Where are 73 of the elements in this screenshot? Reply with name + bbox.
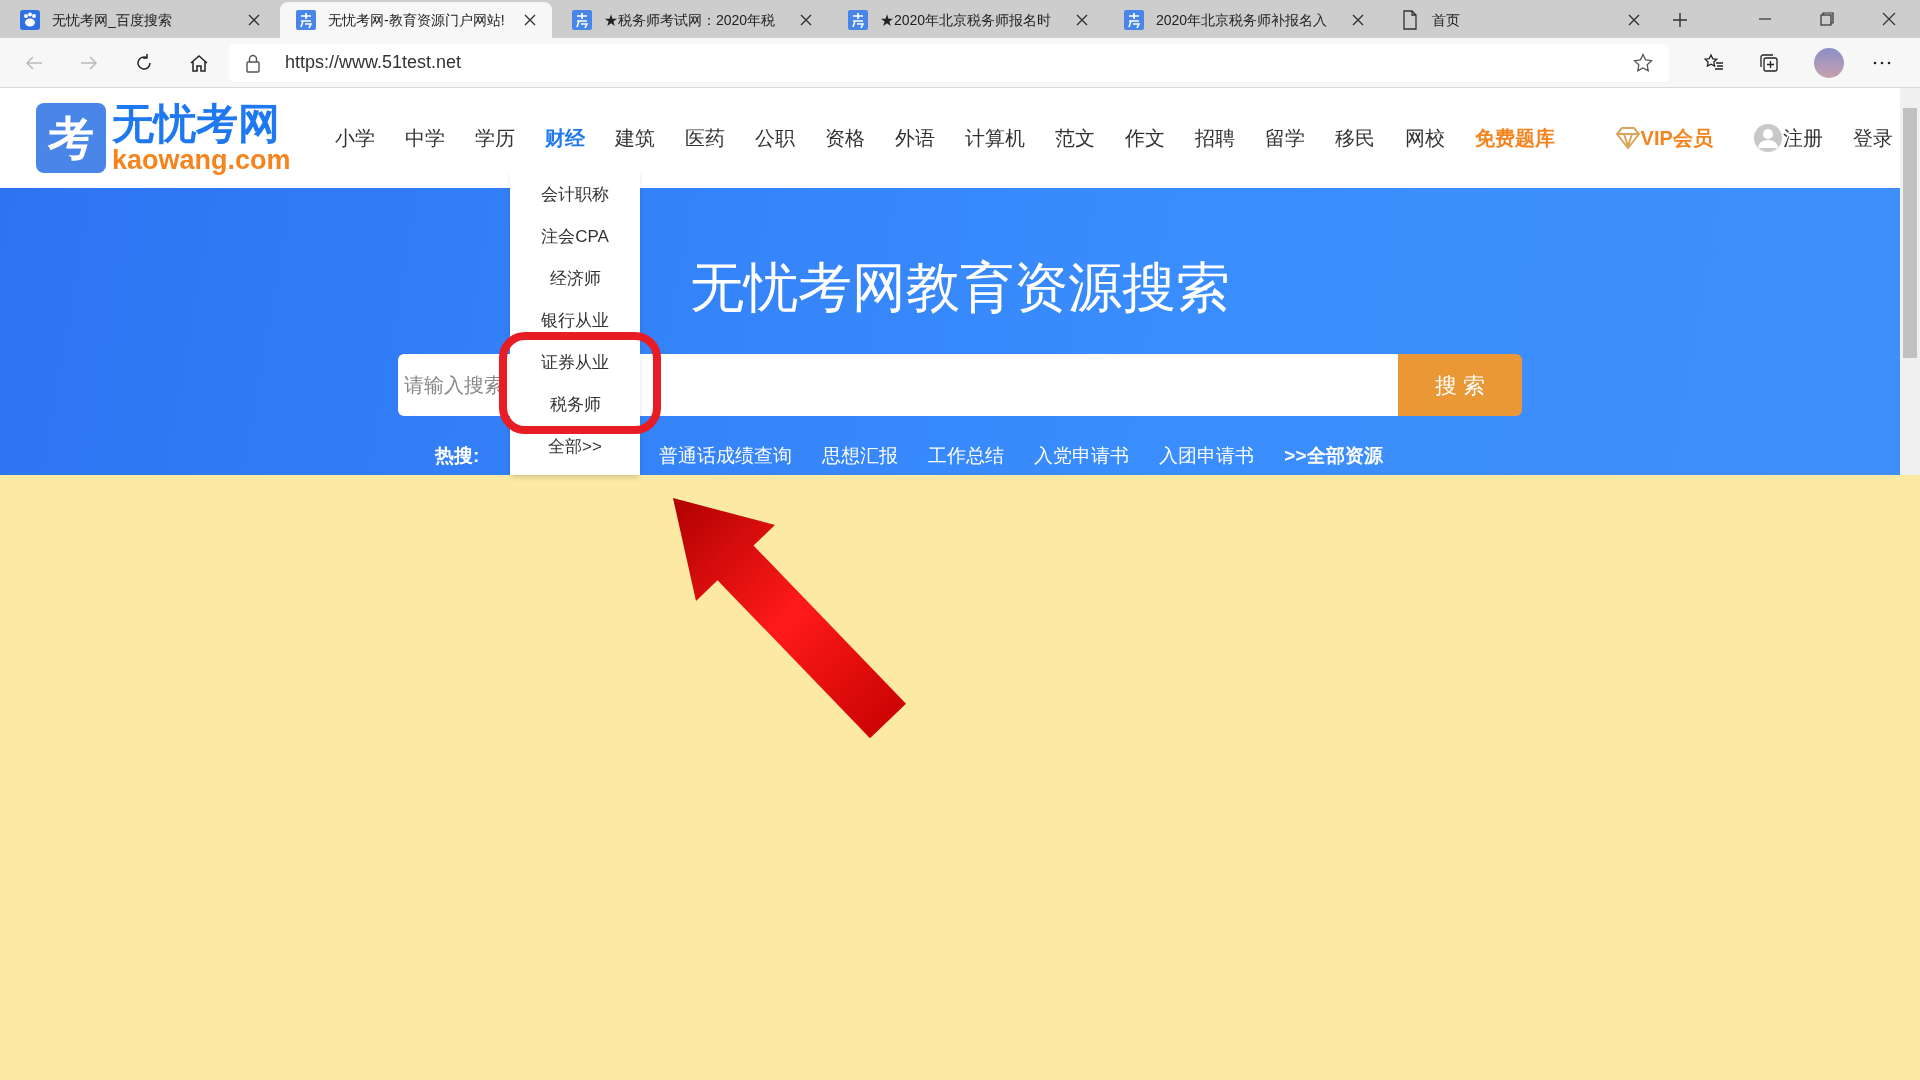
scrollbar-thumb[interactable] bbox=[1903, 108, 1917, 358]
browser-tab[interactable]: 无忧考网-教育资源门户网站! bbox=[280, 2, 552, 38]
nav-link[interactable]: 留学 bbox=[1264, 123, 1305, 153]
hot-search-label: 热搜: bbox=[435, 444, 480, 468]
logo-icon bbox=[848, 10, 868, 30]
nav-link[interactable]: 网校 bbox=[1404, 123, 1445, 153]
avatar-photo[interactable] bbox=[1814, 47, 1844, 78]
dropdown-item[interactable]: 注会CPA bbox=[541, 224, 609, 250]
tab-title: 无忧考网-教育资源门户网站! bbox=[328, 10, 506, 30]
vip-label: VIP会员 bbox=[1640, 126, 1713, 151]
tab-title: 无忧考网_百度搜索 bbox=[52, 10, 173, 30]
home-icon[interactable] bbox=[189, 52, 209, 73]
nav-link[interactable]: 资格 bbox=[824, 123, 865, 153]
plus-icon[interactable] bbox=[1672, 12, 1688, 28]
close-icon[interactable] bbox=[1076, 14, 1088, 26]
logo-icon bbox=[296, 10, 316, 30]
logo-mark: 考 bbox=[36, 103, 106, 173]
nav-link[interactable]: 财经 bbox=[544, 123, 585, 153]
nav-link[interactable]: 计算机 bbox=[964, 123, 1025, 153]
register-link[interactable]: 注册 bbox=[1752, 123, 1823, 153]
nav-link[interactable]: 移民 bbox=[1334, 123, 1375, 153]
dropdown-item[interactable]: 经济师 bbox=[549, 266, 601, 292]
login-link[interactable]: 登录 bbox=[1852, 123, 1893, 153]
register-label: 注册 bbox=[1782, 126, 1823, 151]
dropdown-item[interactable]: 全部>> bbox=[548, 434, 602, 460]
logo-name: 无忧考网 bbox=[112, 102, 281, 145]
nav-link[interactable]: 作文 bbox=[1124, 123, 1165, 153]
page-icon bbox=[1400, 10, 1420, 30]
dropdown-item[interactable]: 银行从业 bbox=[541, 308, 609, 334]
scrollbar[interactable] bbox=[1900, 88, 1920, 475]
tab-title: ★税务师考试网：2020年税 bbox=[604, 10, 777, 30]
browser-tab[interactable]: 无忧考网_百度搜索 bbox=[4, 2, 276, 38]
logo-icon bbox=[572, 10, 592, 30]
star-icon[interactable] bbox=[1633, 52, 1653, 73]
tab-title: 2020年北京税务师补报名入 bbox=[1156, 10, 1329, 30]
browser-tab[interactable]: ★税务师考试网：2020年税 bbox=[556, 2, 828, 38]
close-icon[interactable] bbox=[248, 14, 260, 26]
nav-link[interactable]: 小学 bbox=[334, 123, 375, 153]
nav-link[interactable]: 医药 bbox=[684, 123, 725, 153]
dropdown-item[interactable]: 税务师 bbox=[549, 392, 601, 418]
close-icon[interactable] bbox=[1352, 14, 1364, 26]
browser-tab[interactable]: 首页 bbox=[1384, 2, 1656, 38]
collections-icon[interactable] bbox=[1759, 52, 1779, 73]
user-icon bbox=[1752, 123, 1783, 153]
favorites-icon[interactable] bbox=[1704, 52, 1724, 73]
nav-link[interactable]: 招聘 bbox=[1194, 123, 1235, 153]
url-text: https://www.51test.net bbox=[285, 51, 463, 74]
banner-title: 无忧考网教育资源搜索 bbox=[690, 260, 1230, 314]
hot-search-link[interactable]: 普通话成绩查询 bbox=[659, 442, 793, 471]
restore-icon[interactable] bbox=[1820, 12, 1834, 26]
logo-icon bbox=[1124, 10, 1144, 30]
diamond-icon bbox=[1614, 126, 1641, 150]
tab-title: ★2020年北京税务师报名时 bbox=[880, 10, 1053, 30]
hot-search-link[interactable]: 思想汇报 bbox=[822, 442, 899, 471]
lock-icon bbox=[245, 52, 261, 73]
reload-icon[interactable] bbox=[134, 52, 154, 73]
nav-link[interactable]: 外语 bbox=[894, 123, 935, 153]
close-icon[interactable] bbox=[524, 14, 536, 26]
nav-link[interactable]: 中学 bbox=[404, 123, 445, 153]
nav-link[interactable]: 公职 bbox=[754, 123, 795, 153]
address-bar[interactable]: https://www.51test.net bbox=[229, 43, 1669, 82]
tab-title: 首页 bbox=[1432, 10, 1461, 30]
dropdown-item[interactable]: 会计职称 bbox=[541, 182, 609, 208]
browser-tab[interactable]: ★2020年北京税务师报名时 bbox=[832, 2, 1104, 38]
nav-link[interactable]: 范文 bbox=[1054, 123, 1095, 153]
close-icon[interactable] bbox=[1882, 12, 1896, 26]
close-icon[interactable] bbox=[1628, 14, 1640, 26]
nav-link[interactable]: 建筑 bbox=[614, 123, 655, 153]
browser-tab[interactable]: 2020年北京税务师补报名入 bbox=[1108, 2, 1380, 38]
paw-icon bbox=[20, 10, 40, 30]
nav-link[interactable]: 学历 bbox=[474, 123, 515, 153]
logo-domain: kaowang.com bbox=[112, 146, 291, 174]
close-icon[interactable] bbox=[800, 14, 812, 26]
